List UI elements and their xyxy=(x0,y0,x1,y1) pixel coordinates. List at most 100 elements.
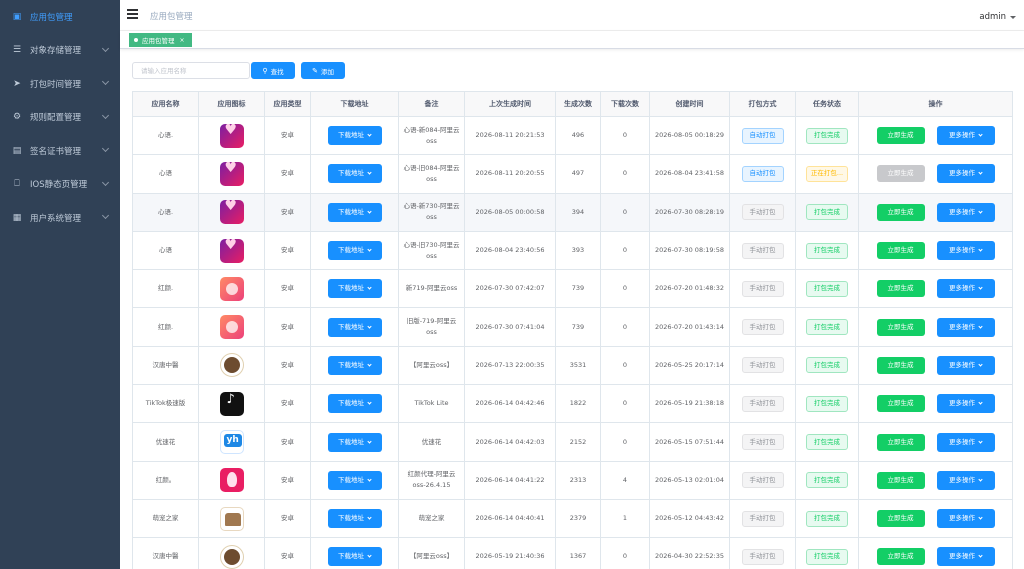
gear-icon: ⚙ xyxy=(12,112,22,123)
more-actions-button[interactable]: 更多操作 xyxy=(936,202,995,222)
chevron-down-icon xyxy=(367,553,372,559)
generate-now-button[interactable]: 立即生成 xyxy=(876,510,925,528)
search-button[interactable]: ⚲ 查找 xyxy=(251,62,295,79)
more-actions-button[interactable]: 更多操作 xyxy=(936,241,995,261)
add-button[interactable]: ✎ 添加 xyxy=(301,62,345,79)
chevron-down-icon xyxy=(101,178,110,186)
download-address-button[interactable]: 下载地址 xyxy=(327,547,382,567)
more-actions-button[interactable]: 更多操作 xyxy=(936,470,995,490)
more-actions-button[interactable]: 更多操作 xyxy=(936,547,995,567)
sidebar-item-label: 用户系统管理 xyxy=(30,213,82,224)
remark: 心语-新084-阿里云oss xyxy=(398,115,465,156)
generate-now-button[interactable]: 立即生成 xyxy=(876,395,925,413)
last-gen-time: 2026-08-11 20:20:55 xyxy=(464,154,556,194)
generate-now-button[interactable]: 立即生成 xyxy=(876,242,925,260)
task-status-tag: 打包完成 xyxy=(806,434,848,451)
download-count: 0 xyxy=(600,230,650,271)
more-actions-button[interactable]: 更多操作 xyxy=(936,355,995,375)
chevron-down-icon xyxy=(367,209,372,214)
remark: 心语-旧730-阿里云oss xyxy=(398,230,465,271)
chevron-down-icon xyxy=(101,211,110,220)
download-count: 0 xyxy=(600,537,650,569)
edit-icon: ✎ xyxy=(312,66,318,75)
created-time: 2026-05-13 02:01:04 xyxy=(649,460,730,500)
generate-now-button[interactable]: 立即生成 xyxy=(876,356,925,374)
app-icon-tiktok xyxy=(219,391,244,416)
download-address-button[interactable]: 下载地址 xyxy=(327,355,382,375)
chevron-down-icon xyxy=(101,77,110,86)
gen-count: 1822 xyxy=(555,384,601,424)
table-row: 汉唐中醫 安卓 下载地址 【阿里云oss】 2026-05-19 21:40:36 136… xyxy=(132,537,1013,569)
sidebar-item-4[interactable]: ▤ 签名证书管理 xyxy=(0,134,120,168)
sidebar-item-3[interactable]: ⚙ 规则配置管理 xyxy=(0,101,120,135)
last-gen-time: 2026-08-05 00:00:58 xyxy=(464,192,556,232)
column-header: 应用名称 xyxy=(132,91,199,117)
chevron-down-icon xyxy=(367,477,372,482)
task-status-tag: 正在打包... xyxy=(806,165,848,182)
download-address-button[interactable]: 下载地址 xyxy=(327,432,382,452)
chevron-down-icon xyxy=(978,285,983,290)
generate-now-button[interactable]: 立即生成 xyxy=(876,471,925,489)
sidebar-item-5[interactable]: ⎕ IOS静态页管理 xyxy=(0,168,120,202)
remark: 新719-阿里云oss xyxy=(398,269,465,309)
app-package-icon: ▣ xyxy=(12,11,22,22)
download-label: 下载地址 xyxy=(338,322,364,331)
generate-now-button[interactable]: 立即生成 xyxy=(876,165,925,183)
chevron-down-icon xyxy=(367,400,372,405)
chevron-down-icon xyxy=(978,362,983,367)
download-count: 1 xyxy=(600,498,650,539)
more-actions-button[interactable]: 更多操作 xyxy=(936,126,995,146)
sidebar-item-6[interactable]: ▦ 用户系统管理 xyxy=(0,201,120,235)
more-actions-button[interactable]: 更多操作 xyxy=(936,279,995,299)
download-label: 下载地址 xyxy=(338,131,364,140)
user-menu[interactable]: admin xyxy=(979,12,1016,22)
download-count: 0 xyxy=(600,115,650,156)
download-address-button[interactable]: 下载地址 xyxy=(327,317,382,337)
column-header: 应用图标 xyxy=(198,91,265,117)
generate-now-button[interactable]: 立即生成 xyxy=(876,203,925,221)
download-address-button[interactable]: 下载地址 xyxy=(327,126,382,146)
app-icon-hongyan xyxy=(219,276,244,301)
generate-now-button[interactable]: 立即生成 xyxy=(876,280,925,298)
download-address-button[interactable]: 下载地址 xyxy=(327,164,382,184)
download-address-button[interactable]: 下载地址 xyxy=(327,279,382,299)
generate-now-button[interactable]: 立即生成 xyxy=(876,127,925,145)
sidebar-item-1[interactable]: ☰ 对象存储管理 xyxy=(0,34,120,68)
app-icon-hongyan xyxy=(219,315,244,340)
more-actions-button[interactable]: 更多操作 xyxy=(936,394,995,414)
sidebar-item-2[interactable]: ➤ 打包时间管理 xyxy=(0,67,120,101)
download-address-button[interactable]: 下载地址 xyxy=(327,509,382,529)
table-row: 汉唐中醫 安卓 下载地址 【阿里云oss】 2026-07-13 22:00:35 353… xyxy=(132,345,1013,386)
remark: 优速花 xyxy=(398,422,465,462)
user-name: admin xyxy=(979,12,1006,22)
sidebar-item-0[interactable]: ▣ 应用包管理 xyxy=(0,0,120,34)
download-address-button[interactable]: 下载地址 xyxy=(327,470,382,490)
download-address-button[interactable]: 下载地址 xyxy=(327,241,382,261)
tag-app-package[interactable]: 应用包管理 × xyxy=(129,33,192,47)
more-actions-button[interactable]: 更多操作 xyxy=(936,432,995,452)
created-time: 2026-05-25 20:17:14 xyxy=(649,345,730,386)
search-input[interactable] xyxy=(132,62,250,79)
remark: 萌宠之家 xyxy=(398,498,465,539)
gen-count: 497 xyxy=(555,154,601,194)
hamburger-menu-icon[interactable] xyxy=(127,9,138,19)
remark: TikTok Lite xyxy=(398,384,465,424)
more-label: 更多操作 xyxy=(949,437,975,446)
last-gen-time: 2026-06-14 04:42:03 xyxy=(464,422,556,462)
caret-down-icon xyxy=(1010,15,1016,19)
download-label: 下载地址 xyxy=(338,284,364,293)
download-address-button[interactable]: 下载地址 xyxy=(327,394,382,414)
remark: 【阿里云oss】 xyxy=(398,537,465,569)
more-label: 更多操作 xyxy=(949,360,975,369)
download-count: 0 xyxy=(600,154,650,194)
more-actions-button[interactable]: 更多操作 xyxy=(936,317,995,337)
pack-mode-tag: 手动打包 xyxy=(741,434,784,451)
generate-now-button[interactable]: 立即生成 xyxy=(876,433,925,451)
download-address-button[interactable]: 下载地址 xyxy=(327,202,382,222)
generate-now-button[interactable]: 立即生成 xyxy=(876,318,925,336)
more-actions-button[interactable]: 更多操作 xyxy=(936,164,995,184)
close-icon[interactable]: × xyxy=(180,37,185,44)
generate-now-button[interactable]: 立即生成 xyxy=(876,548,925,566)
more-actions-button[interactable]: 更多操作 xyxy=(936,509,995,529)
chevron-down-icon xyxy=(978,247,983,252)
